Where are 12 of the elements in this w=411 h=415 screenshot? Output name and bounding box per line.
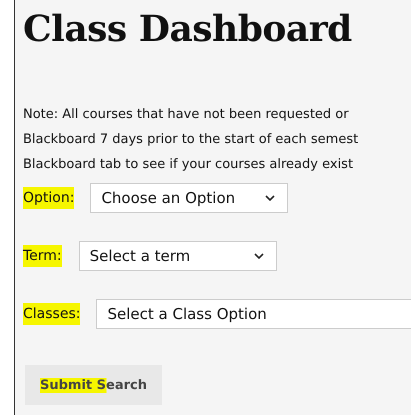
chevron-icon [254, 253, 264, 259]
dropdown[interactable]: Select a term [78, 241, 277, 271]
chevron-icon [265, 195, 276, 201]
field-label: Classes: [23, 303, 80, 325]
note-text: Blackboard 7 days prior to the start of each semest [23, 131, 360, 149]
page-title: Class Dashboard [23, 7, 353, 50]
note-text: Blackboard tab to see if your courses already exist [23, 156, 354, 174]
field-label: Option: [23, 187, 74, 209]
dropdown[interactable]: Choose an Option [90, 183, 288, 213]
field-label: Term: [23, 245, 62, 267]
note-text: Note: All courses that have not been requested or [23, 106, 350, 124]
dropdown[interactable]: Select a Class Option [96, 299, 411, 329]
